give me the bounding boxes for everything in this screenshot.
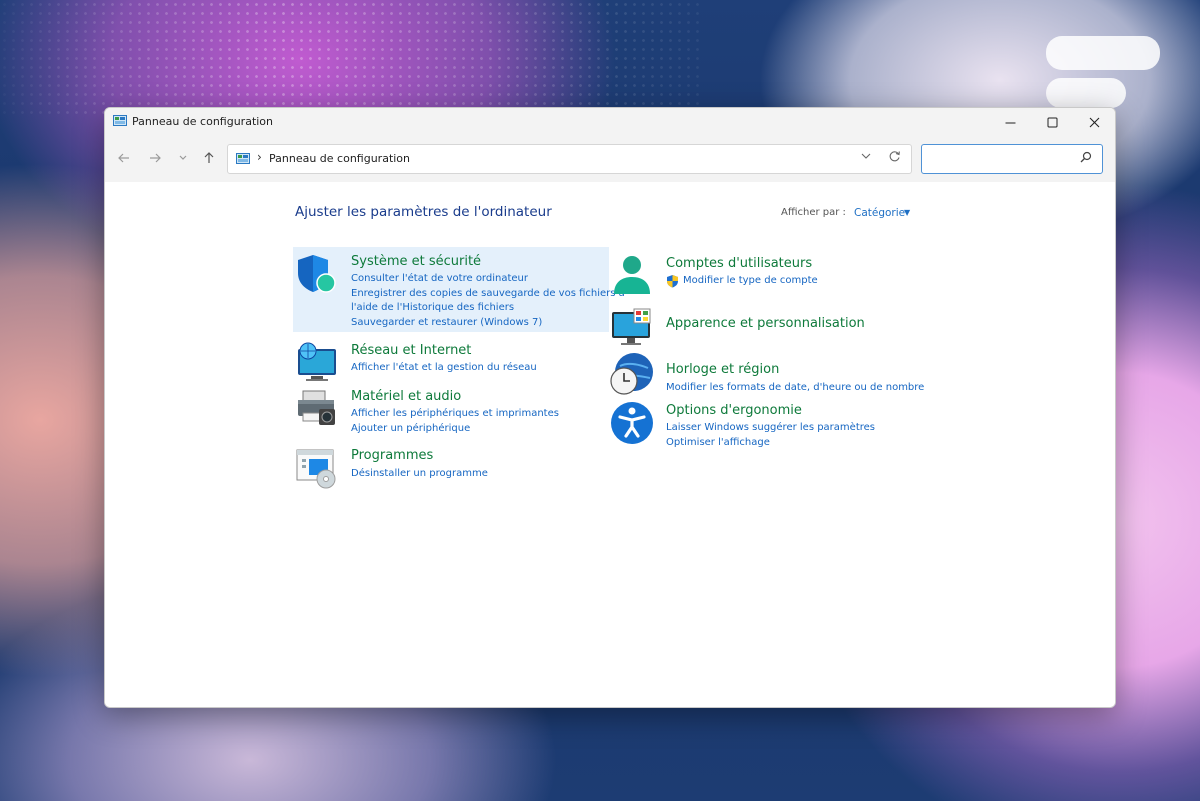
category-title[interactable]: Horloge et région	[666, 362, 779, 377]
accessibility-icon	[611, 402, 653, 444]
close-icon	[1089, 117, 1099, 127]
category-title[interactable]: Options d'ergonomie	[666, 403, 802, 418]
wallpaper-logo-bar-2	[1046, 78, 1126, 108]
link-optimize-display[interactable]: Optimiser l'affichage	[666, 436, 770, 450]
close-button[interactable]	[1073, 108, 1115, 136]
link-uninstall-program[interactable]: Désinstaller un programme	[351, 467, 488, 481]
minimize-icon	[1005, 122, 1015, 123]
control-panel-window: Panneau de configuration › Panneau de co…	[104, 107, 1116, 708]
printer-icon	[298, 390, 335, 425]
up-arrow-icon	[204, 152, 214, 163]
forward-button[interactable]	[147, 151, 163, 167]
title-bar: Panneau de configuration	[105, 108, 1115, 136]
link-file-history-cont[interactable]: l'aide de l'Historique des fichiers	[351, 301, 514, 315]
category-title[interactable]: Apparence et personnalisation	[666, 316, 865, 331]
link-change-date-formats[interactable]: Modifier les formats de date, d'heure ou…	[666, 381, 924, 395]
forward-arrow-icon	[150, 153, 161, 163]
category-title[interactable]: Programmes	[351, 448, 433, 463]
search-input[interactable]	[921, 144, 1103, 174]
refresh-button[interactable]	[888, 150, 901, 167]
wallpaper-pattern	[0, 0, 700, 120]
main-content: Ajuster les paramètres de l'ordinateur A…	[105, 182, 1115, 707]
chevron-down-icon	[179, 155, 187, 160]
search-icon	[1080, 151, 1092, 166]
link-change-account-type[interactable]: Modifier le type de compte	[683, 274, 818, 288]
shield-icon	[298, 255, 336, 293]
recent-locations-button[interactable]	[175, 151, 191, 167]
up-button[interactable]	[201, 151, 217, 167]
control-panel-icon	[113, 115, 127, 126]
navigation-bar: › Panneau de configuration	[105, 136, 1115, 182]
programs-icon	[296, 449, 336, 489]
network-globe-icon	[298, 342, 336, 381]
view-by-dropdown[interactable]: Catégorie	[854, 207, 905, 219]
window-title: Panneau de configuration	[132, 115, 274, 128]
breadcrumb-control-panel[interactable]: Panneau de configuration	[269, 152, 410, 165]
address-bar[interactable]: › Panneau de configuration	[227, 144, 912, 174]
page-heading: Ajuster les paramètres de l'ordinateur	[295, 204, 552, 220]
link-backup-restore[interactable]: Sauvegarder et restaurer (Windows 7)	[351, 316, 542, 330]
category-title[interactable]: Matériel et audio	[351, 389, 461, 404]
clock-globe-icon	[610, 353, 653, 395]
link-devices-printers[interactable]: Afficher les périphériques et imprimante…	[351, 407, 559, 421]
link-check-status[interactable]: Consulter l'état de votre ordinateur	[351, 272, 528, 286]
back-arrow-icon	[118, 153, 129, 163]
chevron-down-icon	[861, 153, 871, 159]
link-network-status[interactable]: Afficher l'état et la gestion du réseau	[351, 361, 537, 375]
minimize-button[interactable]	[989, 108, 1031, 136]
view-by-label: Afficher par :	[781, 207, 846, 218]
category-title[interactable]: Réseau et Internet	[351, 343, 471, 358]
link-add-device[interactable]: Ajouter un périphérique	[351, 422, 470, 436]
wallpaper-logo-bar-1	[1046, 36, 1160, 70]
category-title[interactable]: Comptes d'utilisateurs	[666, 256, 812, 271]
control-panel-icon	[236, 153, 250, 164]
monitor-palette-icon	[612, 308, 651, 345]
link-windows-suggest-settings[interactable]: Laisser Windows suggérer les paramètres	[666, 421, 875, 435]
breadcrumb-separator: ›	[257, 150, 262, 164]
uac-shield-icon	[667, 275, 678, 288]
address-history-button[interactable]	[861, 151, 871, 164]
maximize-button[interactable]	[1031, 108, 1073, 136]
caret-down-icon[interactable]: ▼	[904, 208, 910, 217]
refresh-icon	[889, 151, 900, 162]
link-file-history[interactable]: Enregistrer des copies de sauvegarde de …	[351, 287, 625, 301]
category-title[interactable]: Système et sécurité	[351, 254, 481, 269]
user-icon	[614, 256, 650, 294]
maximize-icon	[1047, 117, 1057, 127]
back-button[interactable]	[116, 151, 132, 167]
